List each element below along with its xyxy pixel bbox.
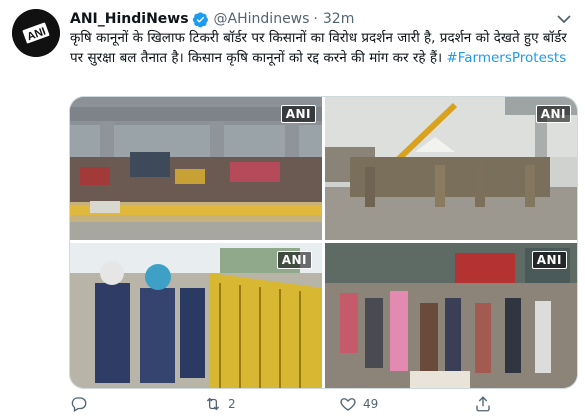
photo-1[interactable]: ANI: [70, 97, 322, 240]
like-button[interactable]: 49: [339, 394, 378, 414]
ani-watermark: ANI: [276, 251, 312, 269]
retweet-icon: [206, 397, 220, 411]
share-button[interactable]: [474, 394, 492, 414]
reply-button[interactable]: [70, 394, 88, 414]
tweet-header: ANI_HindiNews @AHindinews · 32m: [70, 10, 354, 28]
photo-3[interactable]: ANI: [70, 243, 322, 388]
avatar[interactable]: ANI: [12, 9, 60, 57]
reply-icon: [71, 397, 87, 412]
author-handle[interactable]: @AHindinews: [214, 11, 310, 27]
tweet-timestamp[interactable]: 32m: [323, 11, 354, 27]
ani-logo-icon: ANI: [12, 9, 60, 57]
heart-icon: [340, 398, 356, 411]
like-count: 49: [363, 397, 379, 411]
chevron-down-icon[interactable]: [555, 12, 573, 26]
tweet-actions: 2 49: [70, 394, 510, 414]
retweet-count: 2: [228, 397, 236, 411]
tweet-text: कृषि कानूनों के खिलाफ टिकरी बॉर्डर पर कि…: [70, 28, 570, 68]
author-name[interactable]: ANI_HindiNews: [70, 11, 189, 27]
photo-2[interactable]: ANI: [325, 97, 577, 240]
ani-watermark: ANI: [531, 251, 567, 269]
separator-dot: ·: [313, 11, 318, 27]
ani-watermark: ANI: [535, 105, 571, 123]
share-icon: [476, 396, 490, 412]
verified-badge-icon: [192, 11, 209, 28]
retweet-button[interactable]: 2: [204, 394, 236, 414]
ani-watermark: ANI: [280, 105, 316, 123]
tweet-card[interactable]: ANI ANI_HindiNews @AHindinews · 32m कृषि…: [0, 0, 585, 420]
hashtag-link[interactable]: #FarmersProtests: [446, 50, 566, 66]
media-grid: ANI ANI ANI ANI: [69, 96, 578, 389]
photo-4[interactable]: ANI: [325, 243, 577, 388]
